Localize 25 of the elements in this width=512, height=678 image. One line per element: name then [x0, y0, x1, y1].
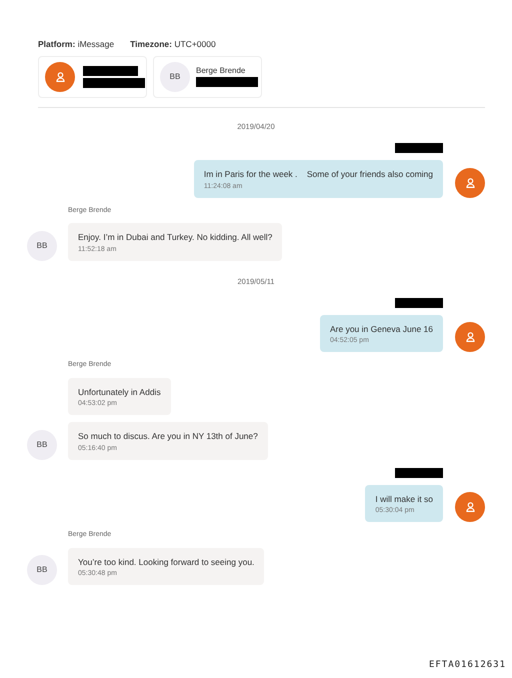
message-text: I will make it so [375, 494, 433, 504]
contact-avatar: BB [27, 430, 57, 460]
document-id: EFTA01612631 [428, 658, 506, 672]
redaction-bar [83, 66, 138, 76]
redaction-bar [83, 78, 145, 88]
platform-info: Platform: iMessage [38, 38, 114, 51]
message-text: Im in Paris for the week . Some of your friends also coming [204, 170, 433, 178]
timezone-info: Timezone: UTC+0000 [130, 38, 216, 51]
person-icon [466, 178, 474, 188]
person-icon [466, 502, 474, 512]
message-text: Are you in Geneva June 16 [330, 324, 433, 334]
message-text: Unfortunately in Addis [78, 388, 161, 396]
redaction-bar [395, 468, 443, 478]
redaction-bar [196, 76, 258, 87]
participant-name: Berge Brende [196, 66, 246, 75]
contact-avatar: BB [27, 230, 57, 260]
person-icon [466, 332, 474, 342]
contact-avatar: BB [160, 62, 190, 92]
redaction-bar [395, 298, 443, 308]
person-icon [56, 72, 64, 82]
message-text: So much to discus. Are you in NY 13th of June? [78, 432, 258, 441]
redaction-bar [395, 143, 443, 153]
message-text: Enjoy. I’m in Dubai and Turkey. No kidding. All well? [78, 233, 272, 242]
contact-avatar: BB [27, 555, 57, 586]
message-text: You’re too kind. Looking forward to seeing you. [78, 558, 254, 566]
